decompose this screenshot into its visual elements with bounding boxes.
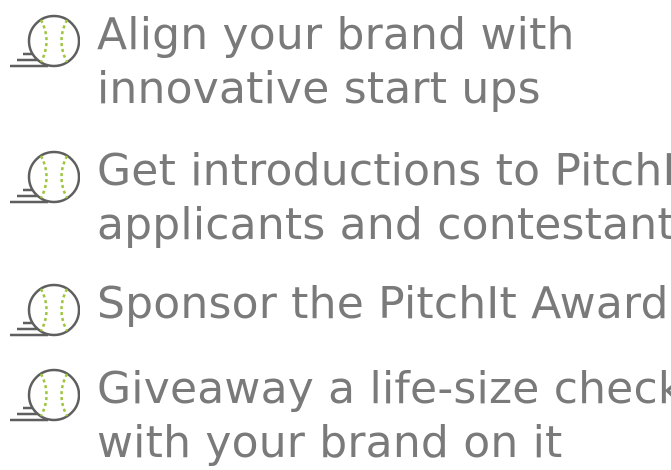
list-item-line: with your brand on it [97,417,563,468]
list-item-line: Get introductions to PitchIt [97,145,671,196]
baseball-on-steps-icon [8,10,80,72]
list-item-line: Sponsor the PitchIt Award [97,278,669,329]
list-item-text: Align your brand with innovative start u… [97,8,671,116]
baseball-on-steps-icon [8,279,80,341]
list-item-text: Giveaway a life-size check with your bra… [97,362,671,470]
list-item-text: Sponsor the PitchIt Award [97,277,671,331]
list-item-text: Get introductions to PitchIt applicants … [97,144,671,252]
list-item-line: Align your brand with [97,9,575,60]
benefits-list: Align your brand with innovative start u… [0,0,671,468]
list-item-line: applicants and contestants [97,199,671,250]
list-item-line: Giveaway a life-size check [97,363,671,414]
baseball-on-steps-icon [8,146,80,208]
list-item-line: innovative start ups [97,63,541,114]
baseball-on-steps-icon [8,364,80,426]
